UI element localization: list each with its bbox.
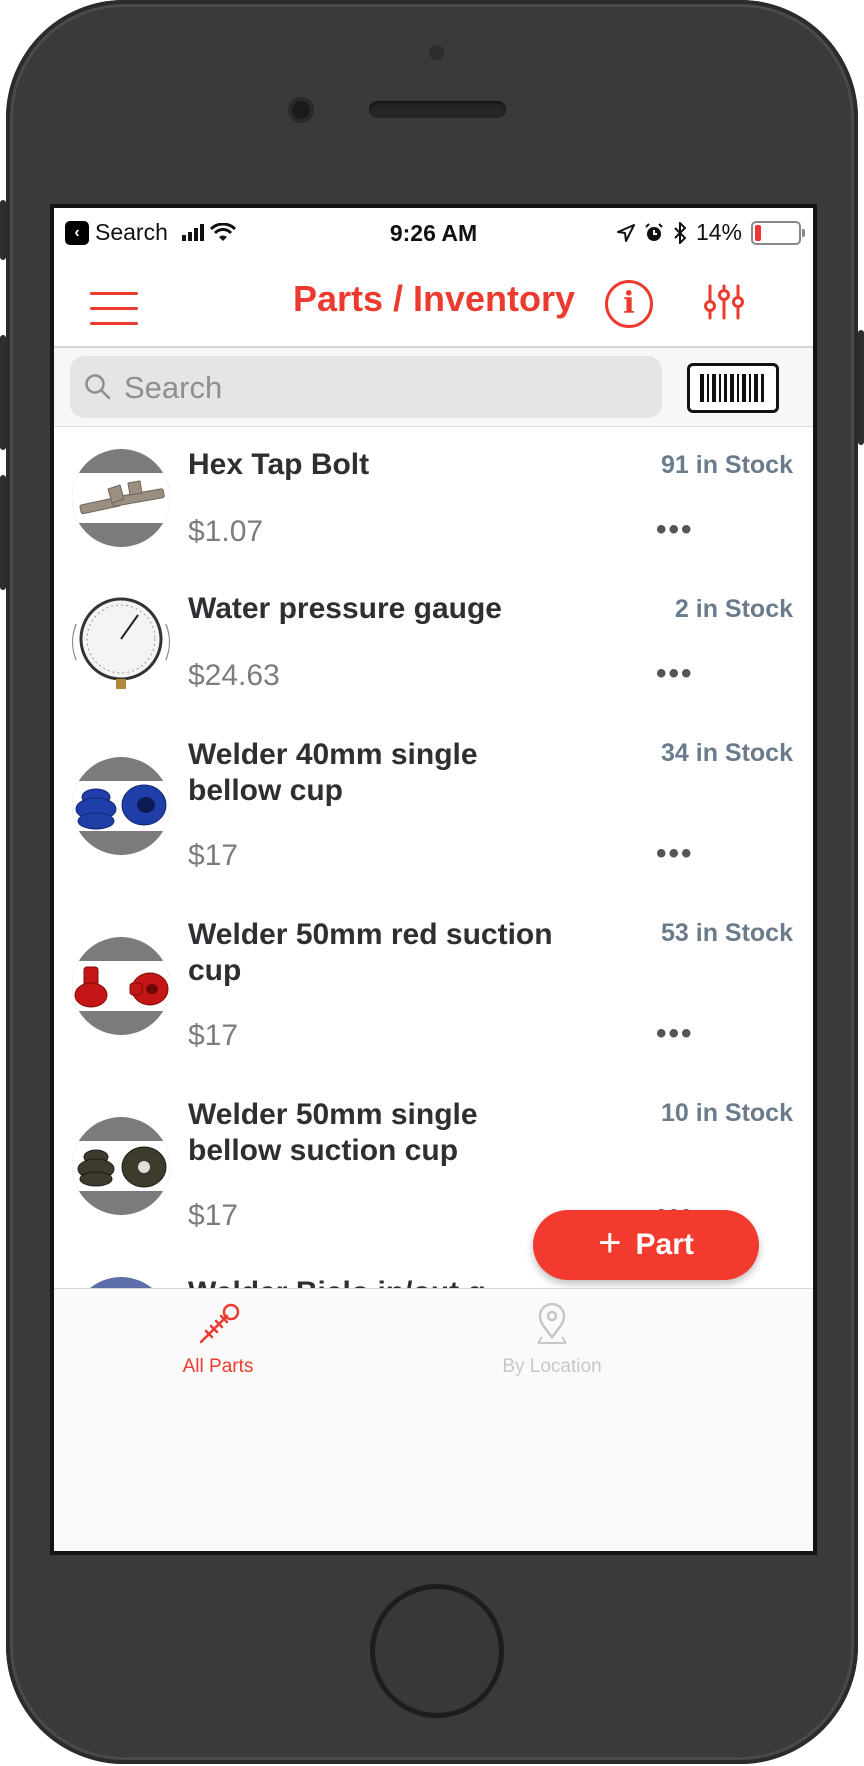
part-name: Welder 50mm single bellow suction cup [188,1098,478,1167]
battery-level [755,224,761,241]
add-part-button[interactable]: + Part [533,1210,759,1280]
search-bar[interactable] [70,356,662,418]
parts-list: Hex Tap Bolt $1.07 91 in Stock ••• Water… [54,427,813,1331]
list-item[interactable]: Hex Tap Bolt $1.07 91 in Stock ••• [54,427,813,572]
stock-count: 2 in Stock [674,595,793,623]
bluetooth-icon [674,221,687,244]
power-button [858,330,864,445]
app-screen: ‹ Search 9:26 AM 14% Parts / Inventory i… [54,208,813,1551]
more-options-icon[interactable]: ••• [656,657,694,691]
front-sensor [429,45,444,60]
screw-icon [199,1303,240,1344]
battery-percent: 14% [695,219,742,245]
volume-up-button [0,335,6,450]
barcode-scan-icon[interactable] [687,363,779,413]
part-name: Welder 40mm single bellow cup [188,738,478,807]
red-suction-cup-image [74,966,169,1008]
part-price: $24.63 [188,659,280,692]
bolt-image [79,480,165,515]
page-title: Parts / Inventory [292,278,576,319]
part-price: $17 [188,1019,239,1052]
menu-icon[interactable] [90,292,138,326]
pressure-gauge-image [72,597,170,689]
nav-bar: Parts / Inventory i [54,258,813,348]
earpiece-speaker [369,101,506,118]
black-bellow-cup-image [77,1146,167,1188]
plus-icon: + [598,1220,622,1265]
list-item[interactable]: Welder 50mm red suction cup $17 53 in St… [54,895,813,1076]
part-thumbnail [72,937,170,1035]
info-icon[interactable]: i [605,280,653,328]
location-arrow-icon [616,223,635,242]
volume-down-button [0,475,6,590]
part-price: $17 [188,839,239,872]
part-thumbnail [72,593,170,691]
search-input[interactable] [122,366,646,410]
part-thumbnail [72,449,170,547]
more-options-icon[interactable]: ••• [656,837,694,871]
stock-count: 34 in Stock [661,739,793,767]
part-name: Hex Tap Bolt [188,448,370,481]
front-camera [288,97,314,123]
status-right: 14% [616,219,805,246]
part-price: $17 [188,1199,239,1232]
part-thumbnail [72,757,170,855]
stock-count: 10 in Stock [661,1099,793,1127]
list-item[interactable]: Water pressure gauge $24.63 2 in Stock •… [54,571,813,716]
part-name: Welder 50mm red suction cup [188,918,553,987]
barcode-glyph [700,374,764,402]
part-thumbnail [72,1117,170,1215]
more-options-icon[interactable]: ••• [656,513,694,547]
filter-sliders-icon[interactable] [702,280,746,324]
more-options-icon[interactable]: ••• [656,1017,694,1051]
search-icon [85,374,111,400]
stock-count: 91 in Stock [661,451,793,479]
tab-by-location[interactable]: By Location [452,1302,652,1378]
tab-by-location-label: By Location [502,1356,602,1377]
list-item[interactable]: Welder 40mm single bellow cup $17 34 in … [54,715,813,896]
battery-icon [751,220,805,245]
tab-all-parts[interactable]: All Parts [118,1303,318,1378]
part-name: Water pressure gauge [188,592,502,625]
tab-bar: All Parts By Location [54,1288,813,1551]
status-bar: ‹ Search 9:26 AM 14% [54,208,813,258]
blue-bellow-cup-image [75,784,167,830]
location-pin-icon [537,1302,567,1344]
mute-switch [0,200,6,260]
tab-all-parts-label: All Parts [182,1356,254,1377]
home-button[interactable] [370,1584,504,1718]
part-price: $1.07 [188,515,264,548]
alarm-icon [645,222,663,241]
add-part-label: Part [635,1228,694,1261]
stock-count: 53 in Stock [661,919,793,947]
search-row [54,348,813,427]
